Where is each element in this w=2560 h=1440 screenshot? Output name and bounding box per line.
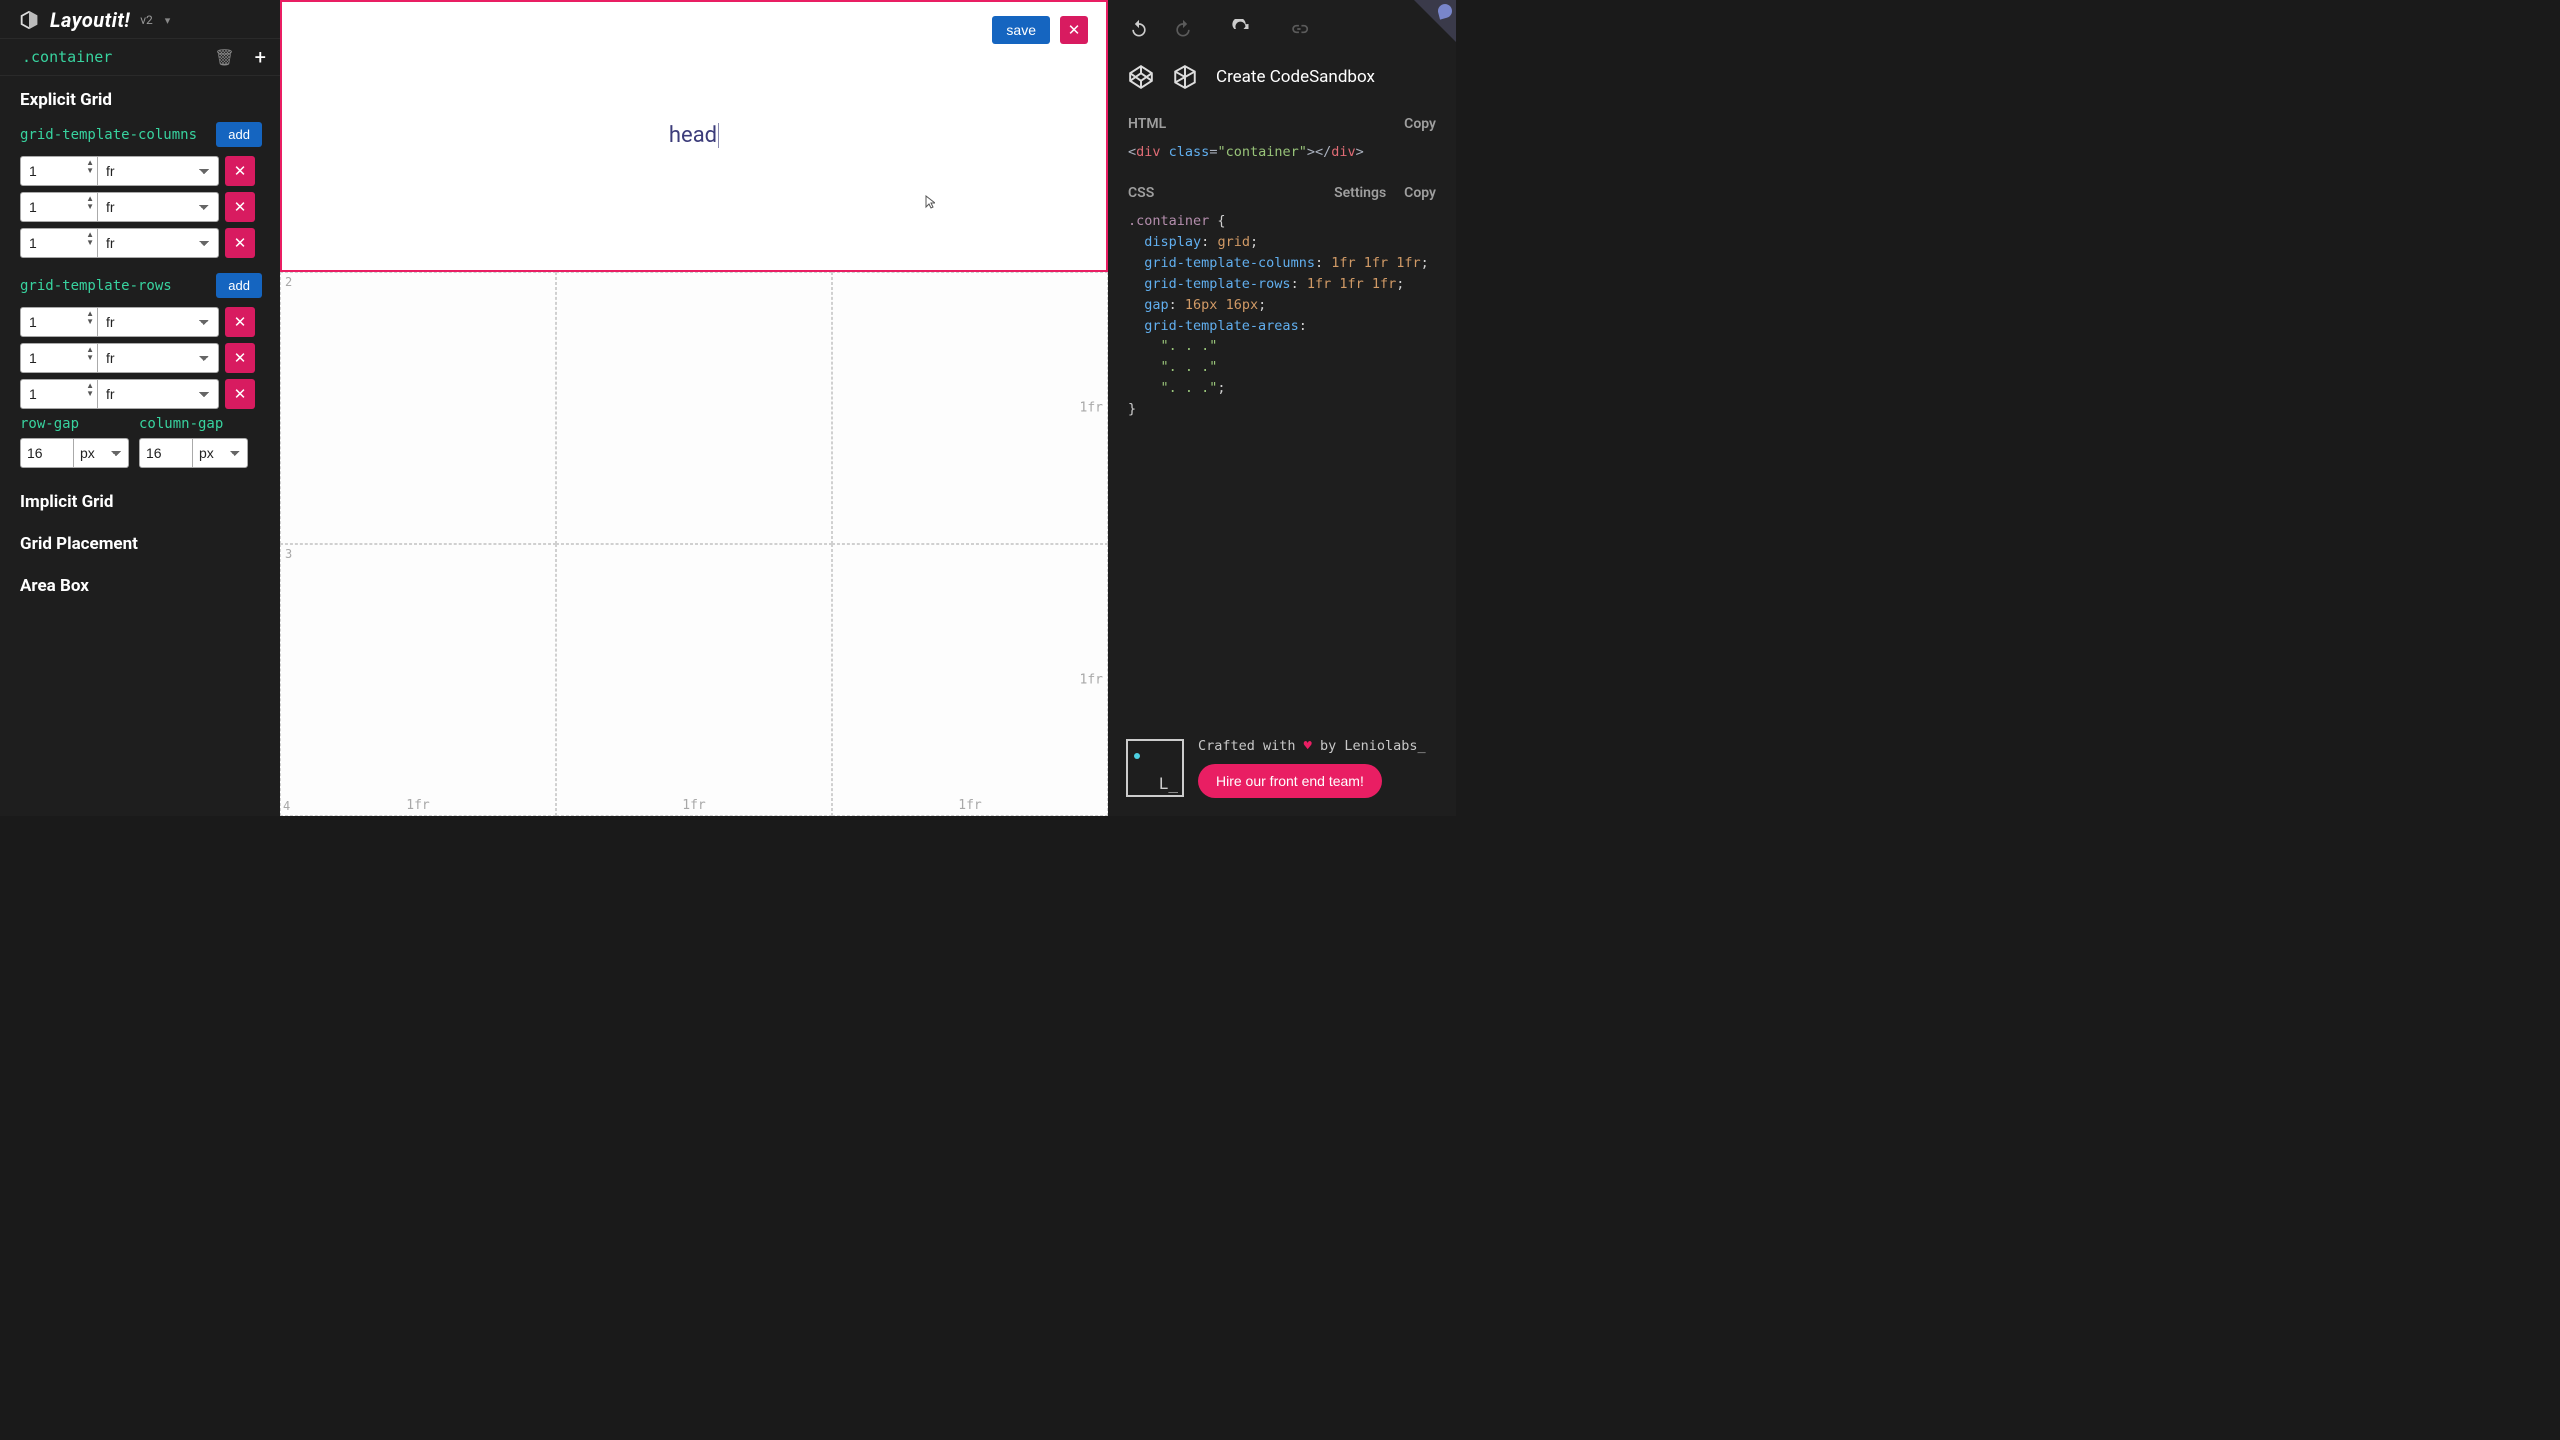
col-gap-unit[interactable]: px (192, 438, 248, 468)
html-label: HTML (1128, 116, 1166, 132)
col-unit-2[interactable]: fr (97, 192, 219, 222)
selected-grid-area[interactable]: head save ✕ (280, 0, 1108, 272)
top-actions (1108, 0, 1456, 50)
heart-icon: ♥ (1304, 738, 1312, 754)
del-row-1[interactable]: ✕ (225, 307, 255, 337)
chevron-down-icon[interactable]: ▾ (165, 14, 171, 27)
del-col-3[interactable]: ✕ (225, 228, 255, 258)
row-track-1: ▲▼ fr ✕ (0, 304, 280, 340)
css-code-block[interactable]: .container { display: grid; grid-templat… (1108, 207, 1456, 434)
col-fr-1: 1fr (406, 798, 429, 813)
del-col-1[interactable]: ✕ (225, 156, 255, 186)
right-sidebar: Create CodeSandbox HTML Copy <div class=… (1108, 0, 1456, 816)
grid-rows-label: grid-template-rows (20, 278, 172, 294)
css-settings-button[interactable]: Settings (1334, 185, 1386, 201)
row-gap-value[interactable] (20, 438, 74, 468)
redo-icon[interactable] (1172, 18, 1194, 40)
row-track-2: ▲▼ fr ✕ (0, 340, 280, 376)
del-col-2[interactable]: ✕ (225, 192, 255, 222)
css-label: CSS (1128, 185, 1154, 201)
logo-cube-icon (18, 9, 40, 31)
codepen-icon[interactable] (1128, 64, 1154, 90)
link-icon[interactable] (1288, 18, 1310, 40)
create-codesandbox-link[interactable]: Create CodeSandbox (1216, 67, 1375, 87)
html-section-header: HTML Copy (1108, 108, 1456, 138)
row-fr-3: 1fr (1080, 673, 1103, 688)
col-track-1: ▲▼ fr ✕ (0, 153, 280, 189)
left-sidebar: Layoutit! v2 ▾ .container 🗑 + Explicit G… (0, 0, 280, 816)
implicit-grid-title[interactable]: Implicit Grid (0, 478, 280, 520)
selector-row: .container 🗑 + (0, 38, 280, 76)
footer: Crafted with ♥ by Leniolabs_ Hire our fr… (1108, 724, 1456, 816)
trash-icon[interactable]: 🗑 (214, 48, 234, 67)
row-fr-2: 1fr (1080, 401, 1103, 416)
row-unit-3[interactable]: fr (97, 379, 219, 409)
refresh-icon[interactable] (1230, 18, 1252, 40)
html-code-block[interactable]: <div class="container"></div> (1108, 138, 1456, 177)
grid-cols-header: grid-template-columns add (0, 118, 280, 153)
col-unit-3[interactable]: fr (97, 228, 219, 258)
logo-text: Layoutit! (50, 8, 130, 32)
del-row-3[interactable]: ✕ (225, 379, 255, 409)
del-row-2[interactable]: ✕ (225, 343, 255, 373)
col-track-2: ▲▼ fr ✕ (0, 189, 280, 225)
crafted-text: Crafted with ♥ by Leniolabs_ (1198, 738, 1426, 754)
col-fr-3: 1fr (958, 798, 981, 813)
explicit-grid-title[interactable]: Explicit Grid (0, 76, 280, 118)
add-col-button[interactable]: add (216, 122, 262, 147)
css-section-header: CSS Settings Copy (1108, 177, 1456, 207)
row-line-3: 3 (285, 547, 292, 561)
copy-css-button[interactable]: Copy (1404, 185, 1436, 201)
area-box-title[interactable]: Area Box (0, 562, 280, 604)
undo-icon[interactable] (1128, 18, 1150, 40)
hire-button[interactable]: Hire our front end team! (1198, 764, 1382, 798)
container-selector[interactable]: .container (22, 48, 214, 66)
grid-canvas[interactable]: 2 1fr 3 1fr 4 1fr 1fr 1fr head save ✕ (280, 0, 1108, 816)
close-area-button[interactable]: ✕ (1060, 16, 1088, 44)
corner-fold-icon[interactable] (1414, 0, 1456, 42)
row-gap-label: row-gap (20, 416, 129, 434)
row-unit-1[interactable]: fr (97, 307, 219, 337)
row-unit-2[interactable]: fr (97, 343, 219, 373)
logo-bar: Layoutit! v2 ▾ (0, 0, 280, 38)
save-area-button[interactable]: save (992, 16, 1050, 44)
area-name-input[interactable]: head (669, 123, 719, 148)
add-row-button[interactable]: add (216, 273, 262, 298)
copy-html-button[interactable]: Copy (1404, 116, 1436, 132)
sandbox-row: Create CodeSandbox (1108, 50, 1456, 108)
row-track-3: ▲▼ fr ✕ (0, 376, 280, 412)
grid-rows-header: grid-template-rows add (0, 261, 280, 304)
row-gap-unit[interactable]: px (73, 438, 129, 468)
col-gap-value[interactable] (139, 438, 193, 468)
plus-icon[interactable]: + (255, 45, 266, 69)
codesandbox-icon[interactable] (1172, 64, 1198, 90)
gap-row: row-gap px column-gap px (0, 412, 280, 478)
row-line-2: 2 (285, 275, 292, 289)
col-gap-label: column-gap (139, 416, 248, 434)
grid-cols-label: grid-template-columns (20, 127, 197, 143)
col-unit-1[interactable]: fr (97, 156, 219, 186)
col-track-3: ▲▼ fr ✕ (0, 225, 280, 261)
row-line-4: 4 (283, 799, 290, 813)
col-fr-2: 1fr (682, 798, 705, 813)
logo-version: v2 (140, 13, 153, 27)
leniolabs-logo-icon[interactable] (1126, 739, 1184, 797)
grid-placement-title[interactable]: Grid Placement (0, 520, 280, 562)
